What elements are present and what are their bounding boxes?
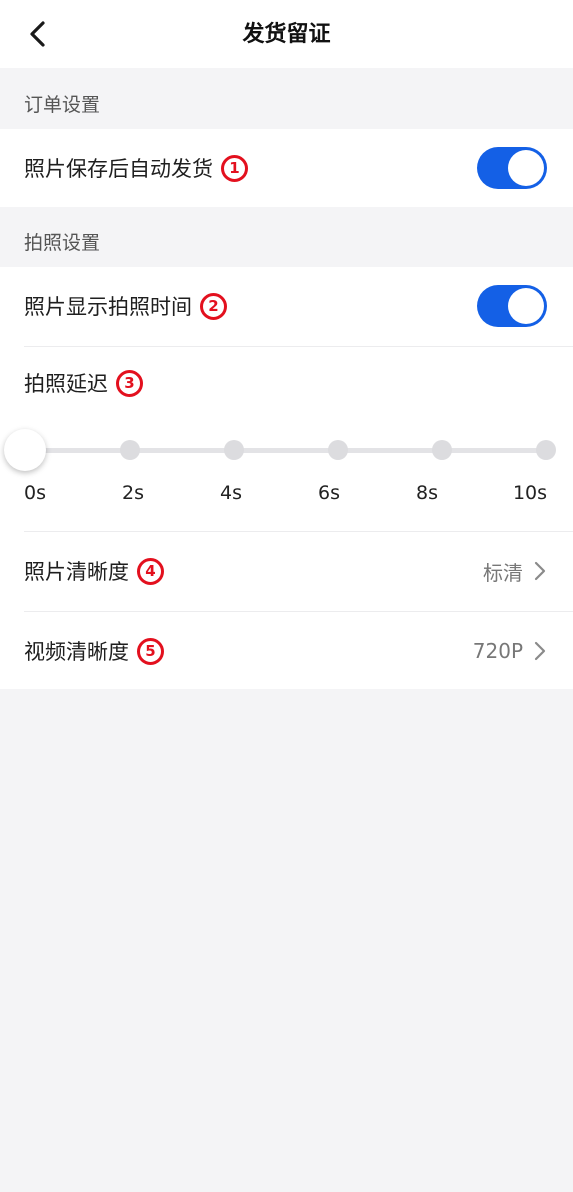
annotation-badge-5: 5	[137, 637, 164, 665]
photo-quality-value: 标清	[483, 560, 523, 585]
slider-track[interactable]	[26, 448, 548, 453]
photo-quality-label-wrap: 照片清晰度 4	[24, 532, 164, 610]
slider-tick-4s[interactable]	[224, 440, 244, 460]
photo-quality-row[interactable]: 照片清晰度 4 标清	[0, 532, 573, 610]
slider-tick-8s[interactable]	[432, 440, 452, 460]
slider-tick-10s[interactable]	[536, 440, 556, 460]
slider-label-10s: 10s	[512, 482, 548, 504]
section-label-order: 订单设置	[24, 94, 101, 116]
page-title: 发货留证	[242, 22, 331, 47]
slider-label-2s: 2s	[122, 482, 144, 504]
auto-ship-row: 照片保存后自动发货 1	[0, 129, 573, 207]
slider-tick-2s[interactable]	[120, 440, 140, 460]
auto-ship-label-wrap: 照片保存后自动发货 1	[24, 129, 248, 207]
toggle-knob	[508, 288, 544, 324]
show-time-toggle[interactable]	[477, 285, 547, 327]
slider-tick-6s[interactable]	[328, 440, 348, 460]
section-label-photo: 拍照设置	[24, 232, 101, 254]
chevron-right-icon	[534, 561, 546, 581]
slider-thumb[interactable]	[4, 429, 46, 471]
slider-label-0s: 0s	[24, 482, 46, 504]
delay-label: 拍照延迟	[24, 372, 108, 396]
slider-label-8s: 8s	[416, 482, 438, 504]
nav-bar: 发货留证	[0, 0, 573, 68]
show-time-label: 照片显示拍照时间	[24, 295, 192, 319]
slider-label-4s: 4s	[220, 482, 242, 504]
slider-label-6s: 6s	[318, 482, 340, 504]
annotation-badge-1: 1	[221, 154, 248, 182]
video-quality-label-wrap: 视频清晰度 5	[24, 612, 164, 690]
video-quality-value: 720P	[472, 639, 523, 663]
toggle-knob	[508, 150, 544, 186]
auto-ship-toggle[interactable]	[477, 147, 547, 189]
show-time-label-wrap: 照片显示拍照时间 2	[24, 267, 227, 345]
order-settings-card: 照片保存后自动发货 1	[0, 129, 573, 207]
video-quality-label: 视频清晰度	[24, 640, 129, 664]
chevron-right-icon	[534, 641, 546, 661]
auto-ship-label: 照片保存后自动发货	[24, 157, 213, 181]
annotation-badge-4: 4	[137, 557, 164, 585]
video-quality-row[interactable]: 视频清晰度 5 720P	[0, 612, 573, 690]
photo-quality-label: 照片清晰度	[24, 560, 129, 584]
delay-row: 拍照延迟 3	[0, 347, 573, 425]
delay-label-wrap: 拍照延迟 3	[24, 347, 143, 419]
photo-settings-card: 照片显示拍照时间 2 拍照延迟 3 0s 2s 4s 6s 8s 10s 照片清…	[0, 267, 573, 689]
annotation-badge-2: 2	[200, 292, 227, 320]
annotation-badge-3: 3	[116, 369, 143, 397]
show-time-row: 照片显示拍照时间 2	[0, 267, 573, 345]
